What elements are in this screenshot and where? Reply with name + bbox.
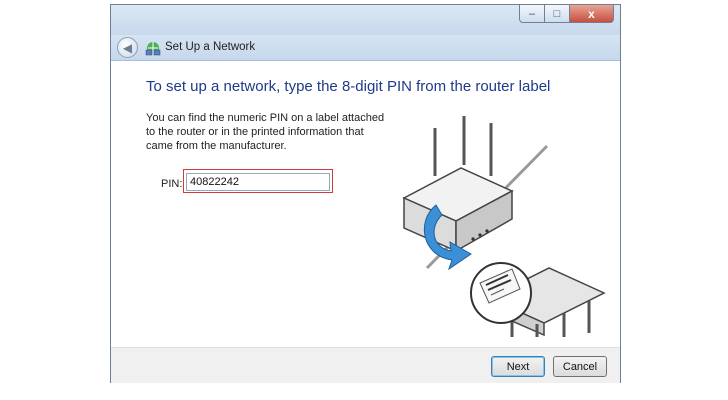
button-footer: Next Cancel xyxy=(111,347,620,383)
back-arrow-icon: ◀ xyxy=(122,40,133,55)
next-button[interactable]: Next xyxy=(491,356,545,377)
caption-buttons: – □ x xyxy=(519,5,614,23)
minimize-button[interactable]: – xyxy=(519,5,545,23)
back-button[interactable]: ◀ xyxy=(117,37,138,58)
network-setup-icon xyxy=(145,42,161,56)
page-heading: To set up a network, type the 8-digit PI… xyxy=(146,78,551,95)
window-title: Set Up a Network xyxy=(165,41,256,53)
setup-network-window: – □ x ◀ Set Up a Network To set up a net… xyxy=(110,4,621,383)
router-pin-illustration xyxy=(402,116,606,337)
maximize-button[interactable]: □ xyxy=(545,5,570,23)
title-bar[interactable]: – □ x xyxy=(111,5,620,35)
pin-highlight xyxy=(183,169,333,193)
close-button[interactable]: x xyxy=(570,5,614,23)
pin-input[interactable] xyxy=(186,173,330,191)
pin-instructions: You can find the numeric PIN on a label … xyxy=(146,112,385,152)
navigation-bar: ◀ Set Up a Network xyxy=(111,35,620,61)
cancel-button[interactable]: Cancel xyxy=(553,356,607,377)
pin-label: PIN: xyxy=(161,178,183,190)
content-area: To set up a network, type the 8-digit PI… xyxy=(111,61,620,347)
